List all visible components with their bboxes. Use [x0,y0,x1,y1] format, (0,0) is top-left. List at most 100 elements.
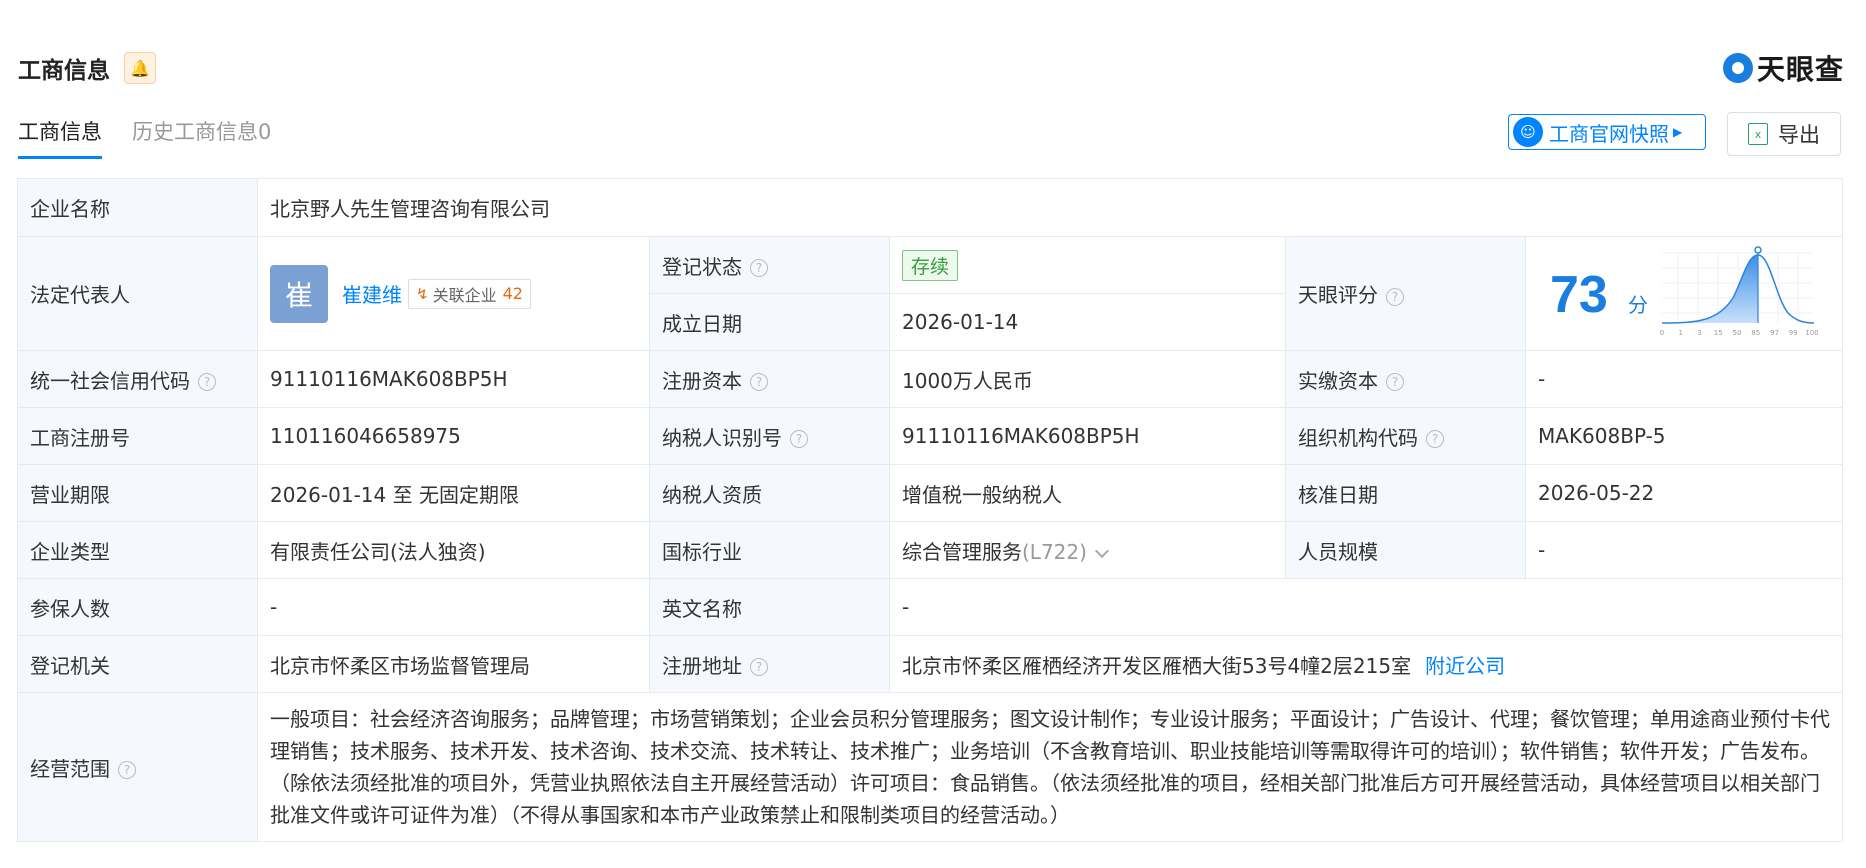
label-reg-address: 注册地址? [649,635,890,693]
logo-icon [1722,53,1753,83]
label-english-name: 英文名称 [649,578,890,636]
value-paid-capital: - [1525,350,1843,408]
value-org-code: MAK608BP-5 [1525,407,1843,465]
logo-text: 天眼查 [1756,53,1844,86]
score-marker [1754,246,1762,254]
value-taxpayer-qual: 增值税一般纳税人 [889,464,1286,522]
label-reg-address-text: 注册地址 [662,653,742,678]
label-paid-capital-text: 实缴资本 [1298,368,1378,393]
label-insured: 参保人数 [17,578,258,636]
label-org-code-text: 组织机构代码 [1298,425,1418,450]
help-icon[interactable]: ? [1386,287,1404,306]
help-icon[interactable]: ? [118,761,136,779]
export-button[interactable]: x 导出 [1727,112,1841,156]
industry-code: (L722) [1022,539,1087,564]
value-legal-rep: 崔 崔建维 ↯ 关联企业 42 [257,236,650,351]
value-credit-code: 91110116MAK608BP5H [257,350,650,408]
help-icon[interactable]: ? [750,373,768,391]
value-taxpayer-id: 91110116MAK608BP5H [889,407,1286,465]
snapshot-label: 工商官网快照 [1549,121,1669,146]
related-label: 关联企业 [432,285,497,305]
snapshot-icon: ☺ [1513,117,1543,147]
score-axis-tick: 97 [1770,329,1779,337]
value-reg-capital: 1000万人民币 [889,350,1286,408]
score-axis-tick: 85 [1751,329,1760,337]
label-reg-no: 工商注册号 [17,407,258,465]
label-taxpayer-id-text: 纳税人识别号 [662,425,782,450]
value-scope: 一般项目：社会经济咨询服务；品牌管理；市场营销策划；企业会员积分管理服务；图文设… [257,692,1843,842]
value-approve-date: 2026-05-22 [1525,464,1843,522]
score-value: 73 [1550,266,1608,324]
tab-history-business-info[interactable]: 历史工商信息0 [132,116,271,159]
excel-icon: x [1748,123,1768,145]
related-network-icon: ↯ [416,284,429,303]
value-english-name: - [889,578,1843,636]
label-paid-capital: 实缴资本? [1285,350,1526,408]
value-reg-authority: 北京市怀柔区市场监督管理局 [257,635,650,693]
nearby-companies-link[interactable]: 附近公司 [1425,654,1505,678]
score-widget[interactable]: 73 分 0 1 3 15 50 85 97 99 100 [1525,236,1843,351]
value-company-name: 北京野人先生管理咨询有限公司 [257,178,1843,237]
score-axis-tick: 50 [1733,329,1742,337]
label-scope-text: 经营范围 [30,756,110,781]
score-axis-tick: 1 [1679,329,1683,337]
label-industry: 国标行业 [649,521,890,579]
label-credit-code-text: 统一社会信用代码 [30,368,190,393]
score-distribution-chart: 0 1 3 15 50 85 97 99 100 [1660,246,1818,337]
value-found-date: 2026-01-14 [889,293,1286,351]
section-title: 工商信息 [18,58,110,84]
score-axis-tick: 3 [1697,329,1701,337]
label-score-text: 天眼评分 [1298,283,1378,307]
score-axis-tick: 0 [1660,329,1664,337]
related-count: 42 [502,284,523,303]
help-icon[interactable]: ? [790,430,808,448]
label-score: 天眼评分? [1285,236,1526,351]
score-unit: 分 [1628,293,1648,317]
help-icon[interactable]: ? [198,373,216,391]
industry-name: 综合管理服务 [902,539,1022,564]
help-icon[interactable]: ? [750,259,768,277]
score-axis-tick: 15 [1714,329,1723,337]
label-term: 营业期限 [17,464,258,522]
label-approve-date: 核准日期 [1285,464,1526,522]
reg-address-text: 北京市怀柔区雁栖经济开发区雁栖大街53号4幢2层215室 [902,653,1412,678]
label-scope: 经营范围? [17,692,258,842]
tab-business-info[interactable]: 工商信息 [18,116,102,159]
label-staff-size: 人员规模 [1285,521,1526,579]
score-axis-tick: 99 [1789,329,1798,337]
related-companies-badge[interactable]: ↯ 关联企业 42 [408,278,531,309]
label-legal-rep: 法定代表人 [17,236,258,351]
business-info-table: 企业名称 北京野人先生管理咨询有限公司 法定代表人 崔 崔建维 ↯ 关联企业 4… [17,178,1843,842]
label-company-type: 企业类型 [17,521,258,579]
help-icon[interactable]: ? [1426,430,1444,448]
bell-icon[interactable]: 🔔 [124,52,156,84]
value-reg-no: 110116046658975 [257,407,650,465]
value-reg-address: 北京市怀柔区雁栖经济开发区雁栖大街53号4幢2层215室 附近公司 [889,635,1843,693]
label-taxpayer-qual: 纳税人资质 [649,464,890,522]
value-company-type: 有限责任公司(法人独资) [257,521,650,579]
status-badge: 存续 [902,249,959,281]
chevron-down-icon[interactable] [1094,543,1109,558]
score-axis-tick: 100 [1805,329,1818,337]
legal-rep-name-link[interactable]: 崔建维 [342,279,402,308]
label-reg-capital: 注册资本? [649,350,890,408]
label-reg-authority: 登记机关 [17,635,258,693]
section-header: 工商信息 🔔 [18,50,156,86]
label-credit-code: 统一社会信用代码? [17,350,258,408]
label-taxpayer-id: 纳税人识别号? [649,407,890,465]
help-icon[interactable]: ? [1386,373,1404,391]
avatar[interactable]: 崔 [270,264,328,323]
value-reg-status: 存续 [889,236,1286,294]
tianyancha-logo: 天眼查 [1722,48,1844,88]
value-industry[interactable]: 综合管理服务(L722) [889,521,1286,579]
export-label: 导出 [1778,123,1820,147]
value-insured: - [257,578,650,636]
label-org-code: 组织机构代码? [1285,407,1526,465]
tab-bar: 工商信息 历史工商信息0 [18,116,301,159]
official-snapshot-button[interactable]: ☺ 工商官网快照 ▶ [1508,114,1706,150]
help-icon[interactable]: ? [750,658,768,676]
value-term: 2026-01-14 至 无固定期限 [257,464,650,522]
label-reg-capital-text: 注册资本 [662,368,742,393]
label-reg-status: 登记状态? [649,236,890,294]
label-reg-status-text: 登记状态 [662,254,742,279]
